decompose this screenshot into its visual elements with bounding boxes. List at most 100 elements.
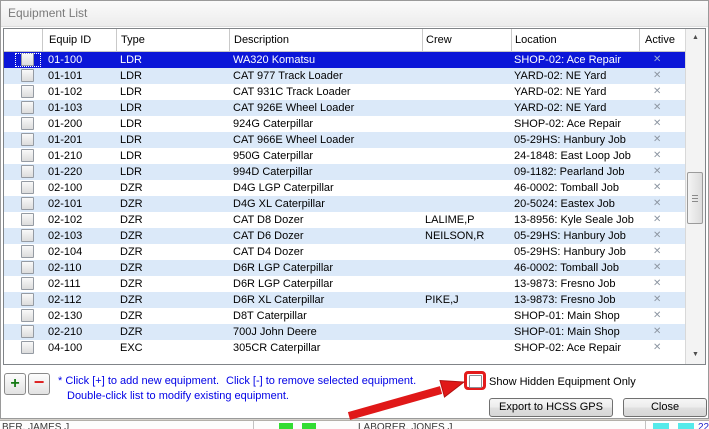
- row-checkbox[interactable]: [21, 325, 34, 338]
- scroll-down-icon[interactable]: ▼: [686, 348, 705, 362]
- table-row[interactable]: 01-103 LDR CAT 926E Wheel Loader YARD-02…: [4, 100, 685, 116]
- cell-location: 05-29HS: Hanbury Job: [514, 230, 626, 242]
- row-header: [4, 52, 14, 68]
- export-to-hcss-gps-button[interactable]: Export to HCSS GPS: [489, 398, 613, 417]
- header-active[interactable]: Active: [639, 29, 685, 51]
- cell-location: YARD-02: NE Yard: [514, 102, 607, 114]
- row-checkbox-cell: [14, 148, 42, 164]
- cell-active: ✕: [653, 150, 662, 161]
- cell-crew: PIKE,J: [425, 294, 459, 306]
- cell-equip-id: 02-112: [48, 294, 82, 306]
- row-checkbox-cell: [14, 68, 42, 84]
- scroll-up-icon[interactable]: ▲: [686, 31, 705, 45]
- table-row[interactable]: 01-201 LDR CAT 966E Wheel Loader 05-29HS…: [4, 132, 685, 148]
- grid-header-row: Equip ID Type Description Crew Location …: [4, 29, 685, 52]
- cell-type: LDR: [120, 150, 143, 162]
- table-row[interactable]: 02-100 DZR D4G LGP Caterpillar 46-0002: …: [4, 180, 685, 196]
- row-checkbox[interactable]: [21, 117, 34, 130]
- cell-equip-id: 02-210: [48, 326, 83, 338]
- cell-location: SHOP-02: Ace Repair: [514, 118, 621, 130]
- row-checkbox[interactable]: [21, 165, 34, 178]
- scrollbar-grip-icon: [692, 195, 698, 203]
- cell-type: DZR: [120, 230, 143, 242]
- row-header: [4, 68, 14, 84]
- table-row[interactable]: 04-100 EXC 305CR Caterpillar SHOP-02: Ac…: [4, 340, 685, 356]
- close-button[interactable]: Close: [623, 398, 707, 417]
- row-checkbox-cell: [14, 276, 42, 292]
- cell-type: LDR: [120, 134, 143, 146]
- table-row[interactable]: 02-130 DZR D8T Caterpillar SHOP-01: Main…: [4, 308, 685, 324]
- row-header: [4, 276, 14, 292]
- cell-crew: [422, 84, 511, 100]
- row-checkbox[interactable]: [21, 149, 34, 162]
- header-crew[interactable]: Crew: [422, 29, 511, 51]
- table-row[interactable]: 02-110 DZR D6R LGP Caterpillar 46-0002: …: [4, 260, 685, 276]
- row-checkbox[interactable]: [21, 213, 34, 226]
- row-checkbox-cell: [14, 308, 42, 324]
- row-checkbox[interactable]: [21, 133, 34, 146]
- row-checkbox-cell: [14, 116, 42, 132]
- row-checkbox-cell: [14, 212, 42, 228]
- table-row[interactable]: 02-111 DZR D6R LGP Caterpillar 13-9873: …: [4, 276, 685, 292]
- table-row[interactable]: 02-103 DZR CAT D6 Dozer NEILSON,R 05-29H…: [4, 228, 685, 244]
- row-checkbox[interactable]: [21, 69, 34, 82]
- cell-equip-id: 02-130: [48, 310, 83, 322]
- table-row[interactable]: 02-104 DZR CAT D4 Dozer 05-29HS: Hanbury…: [4, 244, 685, 260]
- header-equip-id[interactable]: Equip ID: [42, 29, 116, 51]
- cell-active: ✕: [653, 118, 662, 129]
- row-checkbox[interactable]: [21, 261, 34, 274]
- table-row[interactable]: 01-101 LDR CAT 977 Track Loader YARD-02:…: [4, 68, 685, 84]
- table-row[interactable]: 01-102 LDR CAT 931C Track Loader YARD-02…: [4, 84, 685, 100]
- table-row[interactable]: 02-102 DZR CAT D8 Dozer LALIME,P 13-8956…: [4, 212, 685, 228]
- row-checkbox[interactable]: [21, 309, 34, 322]
- row-checkbox[interactable]: [21, 101, 34, 114]
- row-checkbox[interactable]: [21, 277, 34, 290]
- header-description[interactable]: Description: [229, 29, 422, 51]
- row-checkbox[interactable]: [21, 293, 34, 306]
- cell-location: SHOP-01: Main Shop: [514, 310, 620, 322]
- header-type[interactable]: Type: [116, 29, 229, 51]
- cell-description: 994D Caterpillar: [233, 166, 313, 178]
- cell-crew: LALIME,P: [425, 214, 475, 226]
- table-row[interactable]: 01-220 LDR 994D Caterpillar 09-1182: Pea…: [4, 164, 685, 180]
- header-location[interactable]: Location: [511, 29, 639, 51]
- cell-location: 20-5024: Eastex Job: [514, 198, 615, 210]
- show-hidden-label[interactable]: Show Hidden Equipment Only: [489, 376, 636, 388]
- cell-active: ✕: [653, 70, 662, 81]
- cell-location: 24-1848: East Loop Job: [514, 150, 631, 162]
- cell-location: 05-29HS: Hanbury Job: [514, 134, 626, 146]
- row-checkbox[interactable]: [21, 53, 34, 66]
- table-row[interactable]: 01-200 LDR 924G Caterpillar SHOP-02: Ace…: [4, 116, 685, 132]
- cell-active: ✕: [653, 230, 662, 241]
- background-window-strip: BER, JAMES J LABORER, JONES J 22: [0, 420, 709, 429]
- row-header: [4, 228, 14, 244]
- table-row[interactable]: 02-101 DZR D4G XL Caterpillar 20-5024: E…: [4, 196, 685, 212]
- vertical-scrollbar[interactable]: ▲ ▼: [685, 29, 705, 364]
- row-checkbox[interactable]: [21, 341, 34, 354]
- cell-location: 13-9873: Fresno Job: [514, 294, 616, 306]
- cell-type: DZR: [120, 294, 143, 306]
- row-header: [4, 212, 14, 228]
- title-bar[interactable]: Equipment List: [1, 1, 708, 27]
- table-row[interactable]: 02-112 DZR D6R XL Caterpillar PIKE,J 13-…: [4, 292, 685, 308]
- row-checkbox[interactable]: [21, 229, 34, 242]
- row-checkbox[interactable]: [21, 197, 34, 210]
- equipment-grid[interactable]: Equip ID Type Description Crew Location …: [3, 28, 706, 365]
- remove-equipment-button[interactable]: −: [28, 373, 50, 395]
- cell-crew: [422, 324, 511, 340]
- cell-crew: NEILSON,R: [425, 230, 485, 242]
- row-checkbox[interactable]: [21, 245, 34, 258]
- row-checkbox-cell: [14, 292, 42, 308]
- table-row[interactable]: 01-100 LDR WA320 Komatsu SHOP-02: Ace Re…: [4, 52, 685, 68]
- row-checkbox[interactable]: [21, 85, 34, 98]
- cell-type: DZR: [120, 310, 143, 322]
- table-row[interactable]: 01-210 LDR 950G Caterpillar 24-1848: Eas…: [4, 148, 685, 164]
- cell-description: CAT 966E Wheel Loader: [233, 134, 355, 146]
- scrollbar-thumb[interactable]: [687, 172, 703, 224]
- table-row[interactable]: 02-210 DZR 700J John Deere SHOP-01: Main…: [4, 324, 685, 340]
- row-checkbox[interactable]: [21, 181, 34, 194]
- background-cyan-cell: [678, 423, 694, 429]
- cell-active: ✕: [653, 182, 662, 193]
- add-equipment-button[interactable]: +: [4, 373, 26, 395]
- cell-equip-id: 01-200: [48, 118, 83, 130]
